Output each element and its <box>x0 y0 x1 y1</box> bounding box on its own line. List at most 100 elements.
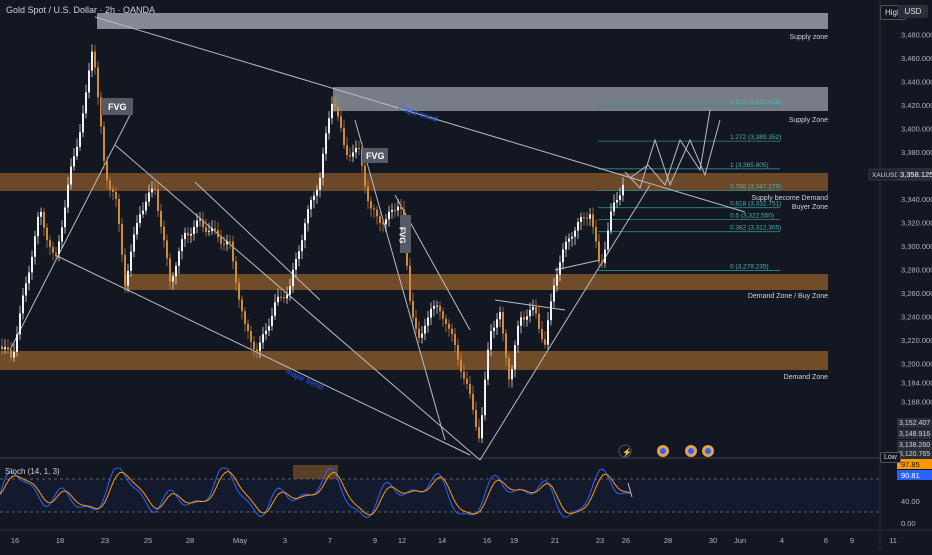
zone-label-demand-buy: Demand Zone / Buy Zone <box>748 293 828 300</box>
candle-body <box>163 226 165 241</box>
candle-body <box>364 165 366 187</box>
price-axis[interactable]: 3,480.000 3,460.000 3,440.000 3,420.000 3,40… <box>901 31 932 407</box>
candle-body <box>82 113 84 133</box>
zone-label-buyer: Buyer Zone <box>792 204 828 211</box>
time-tick: 19 <box>510 536 518 545</box>
time-tick: 6 <box>824 536 828 545</box>
price-tick: 3,440.000 <box>901 78 932 87</box>
price-tick: 3,184.000 <box>901 378 932 387</box>
candle-body <box>214 228 216 231</box>
candle-body <box>226 241 228 245</box>
fib-label: 0.786 (3,347.279) <box>730 184 781 191</box>
candle-body <box>385 219 387 225</box>
low-price-text: 3,152.407 <box>899 420 930 427</box>
candle-body <box>223 243 225 245</box>
price-chart[interactable]: Supply zone Supply Zone Supply become De… <box>0 0 932 550</box>
candle-body <box>538 313 540 329</box>
candle-body <box>208 231 210 233</box>
candle-body <box>529 309 531 317</box>
candle-body <box>118 198 120 225</box>
stochastic-pane[interactable]: Stoch (14, 1, 3) 97.85 90.81 40.00 0.00 <box>0 459 932 528</box>
candle-body <box>436 305 438 307</box>
candle-body <box>520 317 522 326</box>
low-price-text: 3,120.765 <box>899 451 930 458</box>
time-tick: 3 <box>283 536 287 545</box>
low-badge: Low <box>880 452 901 463</box>
candle-body <box>553 285 555 302</box>
candle-body <box>286 294 288 299</box>
demand-buy-zone <box>124 274 828 290</box>
candle-body <box>178 251 180 266</box>
candle-body <box>616 200 618 203</box>
candle-body <box>58 241 60 255</box>
candle-body <box>481 415 483 439</box>
candle-body <box>466 378 468 384</box>
candle-body <box>388 211 390 220</box>
candle-body <box>4 347 6 350</box>
candle-body <box>307 209 309 224</box>
fib-label: 0.618 (3,332.751) <box>730 201 781 208</box>
candle-body <box>382 223 384 225</box>
candle-body <box>472 393 474 410</box>
candle-body <box>574 230 576 237</box>
candle-body <box>601 261 603 264</box>
candle-body <box>112 189 114 192</box>
candle-body <box>484 379 486 416</box>
candle-body <box>295 258 297 270</box>
supply-zone-top <box>97 13 828 29</box>
candle-body <box>502 312 504 334</box>
low-price-text: 3,148.916 <box>899 431 930 438</box>
candle-body <box>7 347 9 350</box>
candle-body <box>268 326 270 331</box>
candle-body <box>205 227 207 233</box>
time-tick: 18 <box>56 536 64 545</box>
current-price-text: 3,358.125 <box>900 170 932 179</box>
candle-body <box>376 209 378 217</box>
currency-button[interactable]: USD <box>898 5 928 18</box>
candle-body <box>109 180 111 190</box>
chart-window[interactable]: Supply zone Supply Zone Supply become De… <box>0 0 932 550</box>
candle-body <box>328 118 330 134</box>
candle-body <box>310 200 312 210</box>
price-tick: 3,340.000 <box>901 195 932 204</box>
candle-body <box>49 240 51 247</box>
candle-body <box>424 325 426 334</box>
time-tick: 14 <box>438 536 446 545</box>
candle-body <box>265 330 267 335</box>
candle-body <box>577 221 579 231</box>
candle-body <box>190 233 192 236</box>
candle-body <box>184 232 186 240</box>
time-axis[interactable]: 16 18 23 25 28 May 3 7 9 12 14 16 19 21 23 26 28 30 Jun 4 6 9… <box>11 536 897 545</box>
fib-label: 1 (3,365.805) <box>730 162 769 169</box>
stoch-tick-40: 40.00 <box>901 497 920 506</box>
time-tick: 28 <box>186 536 194 545</box>
candle-body <box>499 312 501 320</box>
candle-body <box>229 241 231 243</box>
candle-body <box>358 147 360 149</box>
candle-body <box>412 300 414 318</box>
candle-body <box>400 206 402 210</box>
candle-body <box>415 317 417 329</box>
candle-body <box>427 317 429 326</box>
symbol-badge-text: XAUUSD <box>872 172 899 179</box>
candle-body <box>532 307 534 310</box>
candle-body <box>373 208 375 210</box>
fvg-label-1: FVG <box>108 102 127 112</box>
candle-body <box>37 216 39 237</box>
candle-body <box>241 299 243 312</box>
candle-body <box>34 236 36 257</box>
candle-body <box>535 307 537 314</box>
candle-body <box>610 211 612 231</box>
candle-body <box>349 155 351 157</box>
candle-body <box>145 201 147 211</box>
candle-body <box>592 214 594 227</box>
candle-body <box>97 67 99 98</box>
candle-body <box>439 305 441 312</box>
candle-body <box>457 345 459 360</box>
candle-body <box>151 188 153 193</box>
fvg-label-2: FVG <box>366 151 385 161</box>
candle-body <box>244 311 246 324</box>
symbol-title[interactable]: Gold Spot / U.S. Dollar · 2h · OANDA <box>6 5 155 15</box>
candle-body <box>544 339 546 345</box>
candle-body <box>67 184 69 208</box>
